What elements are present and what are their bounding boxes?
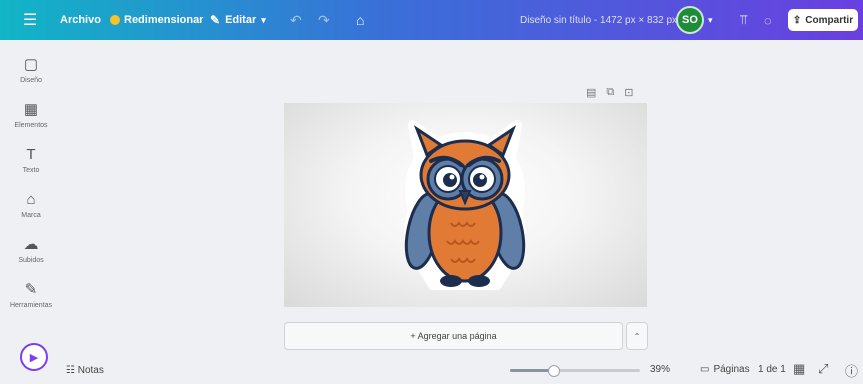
- pencil-icon: ✎: [210, 13, 221, 27]
- text-icon: T: [26, 146, 36, 163]
- document-title[interactable]: Diseño sin título - 1472 px × 832 px: [520, 0, 677, 40]
- avatar: SO: [676, 6, 704, 34]
- sparkle-icon: ▶: [29, 351, 39, 364]
- left-sidebar: ▢ Diseño ▦ Elementos T Texto ⌂ Marca ☁ S…: [0, 40, 62, 384]
- cloud-save-icon[interactable]: ⌂: [356, 0, 364, 40]
- add-page-icon[interactable]: ⊡: [624, 86, 633, 99]
- redo-icon[interactable]: ↷: [318, 0, 330, 40]
- notes-label: Notas: [77, 365, 104, 376]
- zoom-level[interactable]: 39%: [650, 364, 670, 375]
- share-icon: ⇪: [792, 14, 802, 26]
- elements-icon: ▦: [23, 101, 39, 118]
- brand-icon: ⌂: [26, 191, 36, 208]
- chevron-down-icon: ▾: [708, 14, 713, 25]
- page-count: 1 de 1: [758, 364, 786, 375]
- sidebar-item-label: Marca: [21, 212, 41, 219]
- design-canvas[interactable]: [284, 103, 647, 307]
- sidebar-item-label: Texto: [22, 167, 40, 174]
- sidebar-item-text[interactable]: T Texto: [0, 146, 62, 175]
- tools-icon: ✎: [24, 281, 38, 298]
- lock-icon[interactable]: ▤: [586, 86, 596, 99]
- add-page-button[interactable]: + Agregar una página: [284, 322, 623, 350]
- pages-label: Páginas: [713, 364, 750, 375]
- page-toolbar: ▤ ⧉ ⊡: [586, 86, 633, 99]
- help-icon[interactable]: ⓘ: [845, 361, 858, 380]
- sidebar-item-brand[interactable]: ⌂ Marca: [0, 191, 62, 220]
- share-label: Compartir: [805, 14, 854, 26]
- resize-label: Redimensionar: [124, 14, 204, 26]
- owl-illustration[interactable]: [284, 103, 647, 307]
- crown-icon: [110, 15, 120, 25]
- chevron-down-icon: ▾: [261, 14, 266, 25]
- layout-icon: ▢: [23, 56, 39, 73]
- fullscreen-icon[interactable]: ⤢: [818, 361, 828, 377]
- zoom-slider[interactable]: [510, 365, 640, 377]
- sidebar-item-elements[interactable]: ▦ Elementos: [0, 101, 62, 130]
- menu-icon[interactable]: ☰: [10, 0, 50, 40]
- chevron-up-icon[interactable]: ⌃: [626, 322, 648, 350]
- sidebar-item-label: Elementos: [14, 122, 48, 129]
- sidebar-item-label: Subidos: [18, 257, 44, 264]
- pages-icon: ▭: [700, 364, 710, 375]
- upload-icon: ☁: [23, 236, 39, 253]
- grid-view-icon[interactable]: ▦: [793, 361, 805, 377]
- zoom-knob[interactable]: [547, 365, 560, 377]
- insights-icon[interactable]: ⫪: [740, 0, 747, 40]
- sidebar-item-design[interactable]: ▢ Diseño: [0, 56, 62, 85]
- user-menu[interactable]: SO ▾: [676, 0, 713, 40]
- notes-button[interactable]: ☷ Notas: [66, 365, 104, 376]
- resize-button[interactable]: Redimensionar: [110, 0, 203, 40]
- zoom-fill: [510, 369, 553, 372]
- file-menu-button[interactable]: Archivo: [60, 0, 101, 40]
- top-bar: ☰ Archivo Redimensionar ✎ Editar ▾ ↶ ↷ ⌂…: [0, 0, 863, 40]
- duplicate-page-icon[interactable]: ⧉: [606, 86, 614, 99]
- edit-label: Editar: [225, 14, 257, 26]
- sidebar-item-uploads[interactable]: ☁ Subidos: [0, 236, 62, 265]
- comment-icon[interactable]: ◌: [764, 0, 772, 40]
- share-button[interactable]: ⇪ Compartir: [788, 9, 858, 31]
- sidebar-item-label: Diseño: [20, 77, 42, 84]
- notes-icon: ☷: [66, 365, 75, 376]
- sidebar-item-label: Herramientas: [9, 302, 52, 309]
- magic-assistant-button[interactable]: ▶: [20, 343, 48, 371]
- undo-icon[interactable]: ↶: [290, 0, 302, 40]
- edit-mode-button[interactable]: ✎ Editar ▾: [210, 0, 266, 40]
- sidebar-item-tools[interactable]: ✎ Herramientas: [0, 281, 62, 310]
- pages-button[interactable]: ▭ Páginas: [700, 364, 750, 375]
